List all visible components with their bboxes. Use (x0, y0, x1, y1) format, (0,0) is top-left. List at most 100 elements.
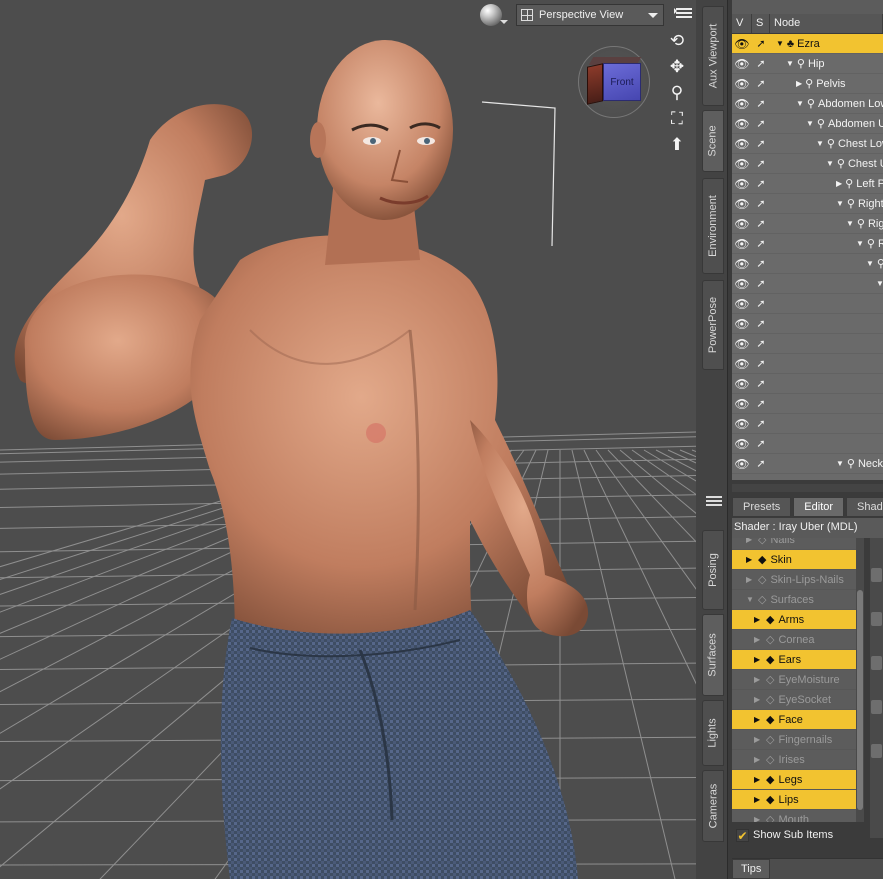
eye-icon[interactable]: 👁 (732, 417, 752, 431)
chevron-down-icon[interactable]: ▼ (746, 595, 754, 604)
chevron-down-icon[interactable]: ▼ (806, 119, 814, 128)
select-arrow-icon[interactable]: ➚ (752, 217, 770, 230)
eye-icon[interactable]: 👁 (732, 437, 752, 451)
chevron-right-icon[interactable]: ▶ (796, 79, 802, 88)
chevron-right-icon[interactable]: ▶ (754, 815, 762, 822)
eye-icon[interactable]: 👁 (732, 257, 752, 271)
select-arrow-icon[interactable]: ➚ (752, 397, 770, 410)
select-arrow-icon[interactable]: ➚ (752, 297, 770, 310)
eye-icon[interactable]: 👁 (732, 397, 752, 411)
tab-posing[interactable]: Posing (702, 530, 724, 610)
scene-node[interactable]: ▼⚲ (876, 277, 883, 290)
panel-menu-icon[interactable] (706, 496, 722, 508)
scene-row[interactable]: 👁 ➚ ▼ ♣ Ezra (732, 34, 883, 54)
select-arrow-icon[interactable]: ➚ (752, 97, 770, 110)
eye-icon[interactable]: 👁 (732, 77, 752, 91)
scene-node[interactable]: ▼⚲Chest Lower (816, 137, 883, 151)
scene-node[interactable]: ▼⚲Right Forearm (856, 237, 883, 251)
surface-item[interactable]: ▶ ◇ Cornea (732, 630, 864, 650)
scene-row[interactable]: 👁 ➚ (732, 334, 883, 354)
scene-row[interactable]: 👁➚ ▼⚲Abdomen Upper (732, 114, 883, 134)
select-arrow-icon[interactable]: ➚ (752, 257, 770, 270)
chevron-right-icon[interactable]: ▶ (754, 755, 762, 764)
viewport-menu-icon[interactable] (674, 8, 692, 22)
chevron-down-icon[interactable]: ▼ (786, 59, 794, 68)
chevron-right-icon[interactable]: ▶ (754, 735, 762, 744)
scene-node[interactable]: ▼⚲Right Shoulder (846, 217, 883, 231)
scene-row[interactable]: 👁➚ ▼⚲Right Hand (732, 254, 883, 274)
surface-item[interactable]: ▶ ◆ Legs (732, 770, 864, 790)
select-arrow-icon[interactable]: ➚ (752, 277, 770, 290)
eye-icon[interactable]: 👁 (732, 457, 752, 471)
select-arrow-icon[interactable]: ➚ (752, 337, 770, 350)
scrollbar-thumb[interactable] (857, 590, 863, 810)
scene-node[interactable]: ▼ ♣ Ezra (776, 38, 820, 50)
eye-icon[interactable]: 👁 (732, 137, 752, 151)
panel-split-handle[interactable] (732, 484, 883, 492)
chevron-right-icon[interactable]: ▶ (754, 775, 762, 784)
tab-surfaces[interactable]: Surfaces (702, 614, 724, 696)
orbit-icon[interactable]: ⟲ (666, 30, 688, 52)
select-arrow-icon[interactable]: ➚ (752, 77, 770, 90)
eye-icon[interactable]: 👁 (732, 197, 752, 211)
show-sub-items-toggle[interactable]: ✔ Show Sub Items (732, 824, 872, 846)
eye-icon[interactable]: 👁 (732, 377, 752, 391)
scene-row[interactable]: 👁➚ ▶⚲Left Pectoral (732, 174, 883, 194)
chevron-down-icon[interactable]: ▼ (826, 159, 834, 168)
chevron-right-icon[interactable]: ▶ (754, 695, 762, 704)
frame-icon[interactable]: ⛶ (666, 108, 688, 130)
scene-node[interactable]: ▼⚲Abdomen Lower (796, 97, 883, 111)
eye-icon[interactable]: 👁 (732, 157, 752, 171)
surface-item[interactable]: ▶ ◆ Face (732, 710, 864, 730)
chevron-down-icon[interactable]: ▼ (866, 259, 874, 268)
eye-icon[interactable]: 👁 (732, 297, 752, 311)
surface-item[interactable]: ▶ ◆ Arms (732, 610, 864, 630)
tab-tips[interactable]: Tips (732, 859, 771, 879)
scene-node[interactable]: ▼⚲Right Hand (866, 257, 883, 270)
tab-lights[interactable]: Lights (702, 700, 724, 766)
surface-item[interactable]: ▼ ◇ Surfaces (732, 590, 864, 610)
chevron-right-icon[interactable]: ▶ (754, 635, 762, 644)
scene-row[interactable]: 👁 ➚ ▼ ⚲ Hip (732, 54, 883, 74)
character-figure[interactable] (0, 0, 696, 879)
chevron-right-icon[interactable]: ▶ (746, 575, 754, 584)
cube-front-face[interactable]: Front (603, 63, 641, 101)
eye-icon[interactable]: 👁 (732, 177, 752, 191)
chevron-right-icon[interactable]: ▶ (754, 675, 762, 684)
scene-row[interactable]: 👁 ➚ ▶ ⚲ Pelvis (732, 74, 883, 94)
scene-row[interactable]: 👁➚ ▼⚲Right Forearm (732, 234, 883, 254)
header-node[interactable]: Node (770, 14, 883, 33)
select-arrow-icon[interactable]: ➚ (752, 37, 770, 50)
scene-row[interactable]: 👁 ➚ (732, 374, 883, 394)
select-arrow-icon[interactable]: ➚ (752, 137, 770, 150)
surface-item[interactable]: ▶ ◇ Mouth (732, 810, 864, 823)
eye-icon[interactable]: 👁 (732, 277, 752, 291)
chevron-right-icon[interactable]: ▶ (836, 179, 842, 188)
scene-row[interactable]: 👁 ➚ (732, 394, 883, 414)
3d-viewport[interactable]: Perspective View Front ⟲ ✥ ⚲ ⛶ ⬆ (0, 0, 696, 879)
scene-node[interactable]: ▼ ⚲ Neck (836, 457, 883, 471)
select-arrow-icon[interactable]: ➚ (752, 457, 770, 470)
eye-icon[interactable]: 👁 (732, 97, 752, 111)
tab-shader[interactable]: Shader (846, 497, 883, 517)
surface-item[interactable]: ▶ ◆ Skin (732, 550, 864, 570)
scene-node[interactable]: ▼⚲Right Collar (836, 197, 883, 211)
select-arrow-icon[interactable]: ➚ (752, 417, 770, 430)
select-arrow-icon[interactable]: ➚ (752, 157, 770, 170)
scene-node[interactable]: ▼⚲Abdomen Upper (806, 117, 883, 131)
select-arrow-icon[interactable]: ➚ (752, 57, 770, 70)
scene-row[interactable]: 👁➚ ▼⚲Chest Lower (732, 134, 883, 154)
reset-view-icon[interactable]: ⬆ (666, 134, 688, 156)
eye-icon[interactable]: 👁 (732, 57, 752, 71)
tab-scene[interactable]: Scene (702, 110, 724, 172)
draw-style-ball-icon[interactable] (480, 4, 508, 26)
surface-list-scrollbar[interactable] (856, 538, 864, 822)
eye-icon[interactable]: 👁 (732, 37, 752, 51)
chevron-down-icon[interactable]: ▼ (856, 239, 864, 248)
scene-row[interactable]: 👁➚ ▼⚲Right Shoulder (732, 214, 883, 234)
eye-icon[interactable]: 👁 (732, 117, 752, 131)
chevron-right-icon[interactable]: ▶ (746, 538, 754, 544)
scene-row[interactable]: 👁 ➚ (732, 294, 883, 314)
scene-row[interactable]: 👁➚ ▼⚲ (732, 274, 883, 294)
chevron-down-icon[interactable]: ▼ (836, 199, 844, 208)
